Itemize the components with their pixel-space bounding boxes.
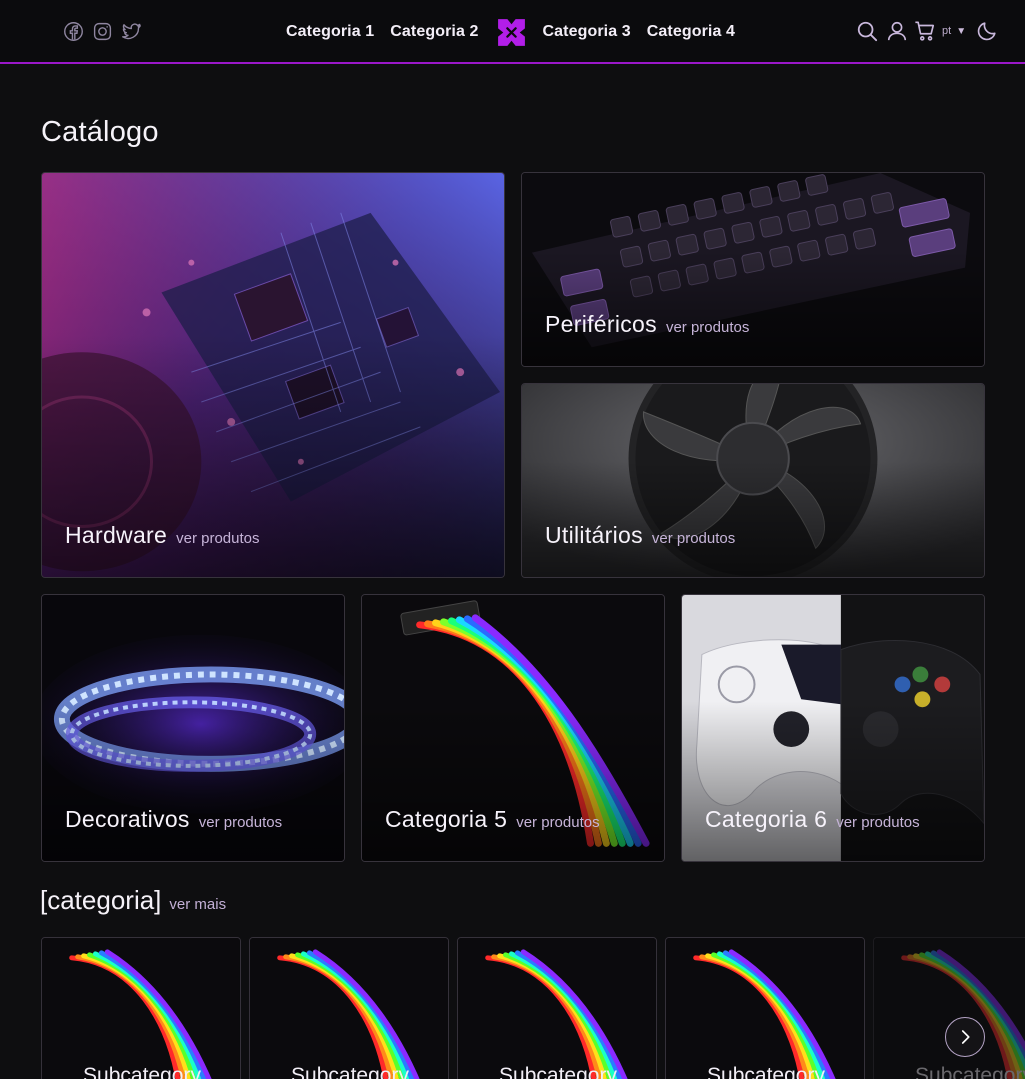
card-label: Periféricos ver produtos — [545, 311, 749, 338]
section-header: [categoria] ver mais — [40, 885, 226, 916]
nav-item-categoria-3[interactable]: Categoria 3 — [543, 23, 631, 41]
rgb-cable-image — [666, 938, 864, 1079]
category-card-hardware[interactable]: Hardware ver produtos — [41, 172, 505, 578]
carousel-next-button[interactable] — [945, 1017, 985, 1057]
facebook-icon[interactable] — [63, 21, 84, 42]
chevron-right-icon — [961, 1030, 970, 1044]
card-label: Categoria 5 ver produtos — [385, 806, 600, 833]
twitter-icon[interactable] — [121, 21, 142, 42]
card-label: Decorativos ver produtos — [65, 806, 282, 833]
card-link[interactable]: ver produtos — [652, 530, 735, 547]
catalog-title: Catálogo — [41, 116, 159, 148]
category-card-perifericos[interactable]: Periféricos ver produtos — [521, 172, 985, 367]
user-icon[interactable] — [886, 20, 908, 42]
card-shade — [42, 173, 504, 577]
card-label: Hardware ver produtos — [65, 522, 260, 549]
card-title: Periféricos — [545, 311, 657, 337]
main-nav: Categoria 1 Categoria 2 Categoria 3 Cate… — [286, 16, 735, 48]
card-label: Categoria 6 ver produtos — [705, 806, 920, 833]
language-value: pt — [942, 25, 952, 37]
rgb-cable-image — [42, 938, 240, 1079]
rgb-cable-image — [874, 938, 1025, 1079]
instagram-icon[interactable] — [92, 21, 113, 42]
nav-item-categoria-2[interactable]: Categoria 2 — [390, 23, 478, 41]
card-link[interactable]: ver produtos — [666, 319, 749, 336]
caret-down-icon: ▼ — [956, 25, 967, 37]
category-card-utilitarios[interactable]: Utilitários ver produtos — [521, 383, 985, 578]
subcategory-card[interactable]: Subcategory — [249, 937, 449, 1079]
nav-item-categoria-1[interactable]: Categoria 1 — [286, 23, 374, 41]
section-title: [categoria] — [40, 885, 162, 915]
site-header: Categoria 1 Categoria 2 Categoria 3 Cate… — [0, 0, 1025, 64]
see-more-link[interactable]: ver mais — [169, 896, 226, 913]
card-link[interactable]: ver produtos — [176, 530, 259, 547]
card-title: Decorativos — [65, 806, 190, 832]
search-icon[interactable] — [856, 20, 878, 42]
card-link[interactable]: ver produtos — [516, 814, 599, 831]
card-title: Utilitários — [545, 522, 643, 548]
subcategory-card[interactable]: Subcategory — [457, 937, 657, 1079]
subcategory-title: Subcategory — [83, 1064, 201, 1079]
subcategory-card[interactable]: Subcategory — [665, 937, 865, 1079]
subcategory-title: Subcategory — [707, 1064, 825, 1079]
nav-item-categoria-4[interactable]: Categoria 4 — [647, 23, 735, 41]
subcategory-card[interactable]: Subcategory — [41, 937, 241, 1079]
card-title: Hardware — [65, 522, 168, 548]
moon-icon[interactable] — [976, 20, 998, 42]
card-title: Categoria 6 — [705, 806, 828, 832]
category-card-categoria-6[interactable]: Categoria 6 ver produtos — [681, 594, 985, 862]
card-link[interactable]: ver produtos — [199, 814, 282, 831]
rgb-cable-image — [458, 938, 656, 1079]
header-tools: pt ▼ — [856, 20, 998, 42]
category-card-decorativos[interactable]: Decorativos ver produtos — [41, 594, 345, 862]
social-links — [63, 21, 142, 42]
language-select[interactable]: pt ▼ — [942, 25, 966, 37]
cart-icon[interactable] — [914, 20, 936, 42]
category-card-categoria-5[interactable]: Categoria 5 ver produtos — [361, 594, 665, 862]
subcategory-title: Subcategory — [915, 1064, 1025, 1079]
card-title: Categoria 5 — [385, 806, 508, 832]
card-label: Utilitários ver produtos — [545, 522, 735, 549]
rgb-cable-image — [250, 938, 448, 1079]
card-link[interactable]: ver produtos — [836, 814, 919, 831]
subcategory-title: Subcategory — [291, 1064, 409, 1079]
subcategory-card[interactable]: Subcategory — [873, 937, 1025, 1079]
logo-icon[interactable] — [495, 16, 528, 49]
subcategory-title: Subcategory — [499, 1064, 617, 1079]
